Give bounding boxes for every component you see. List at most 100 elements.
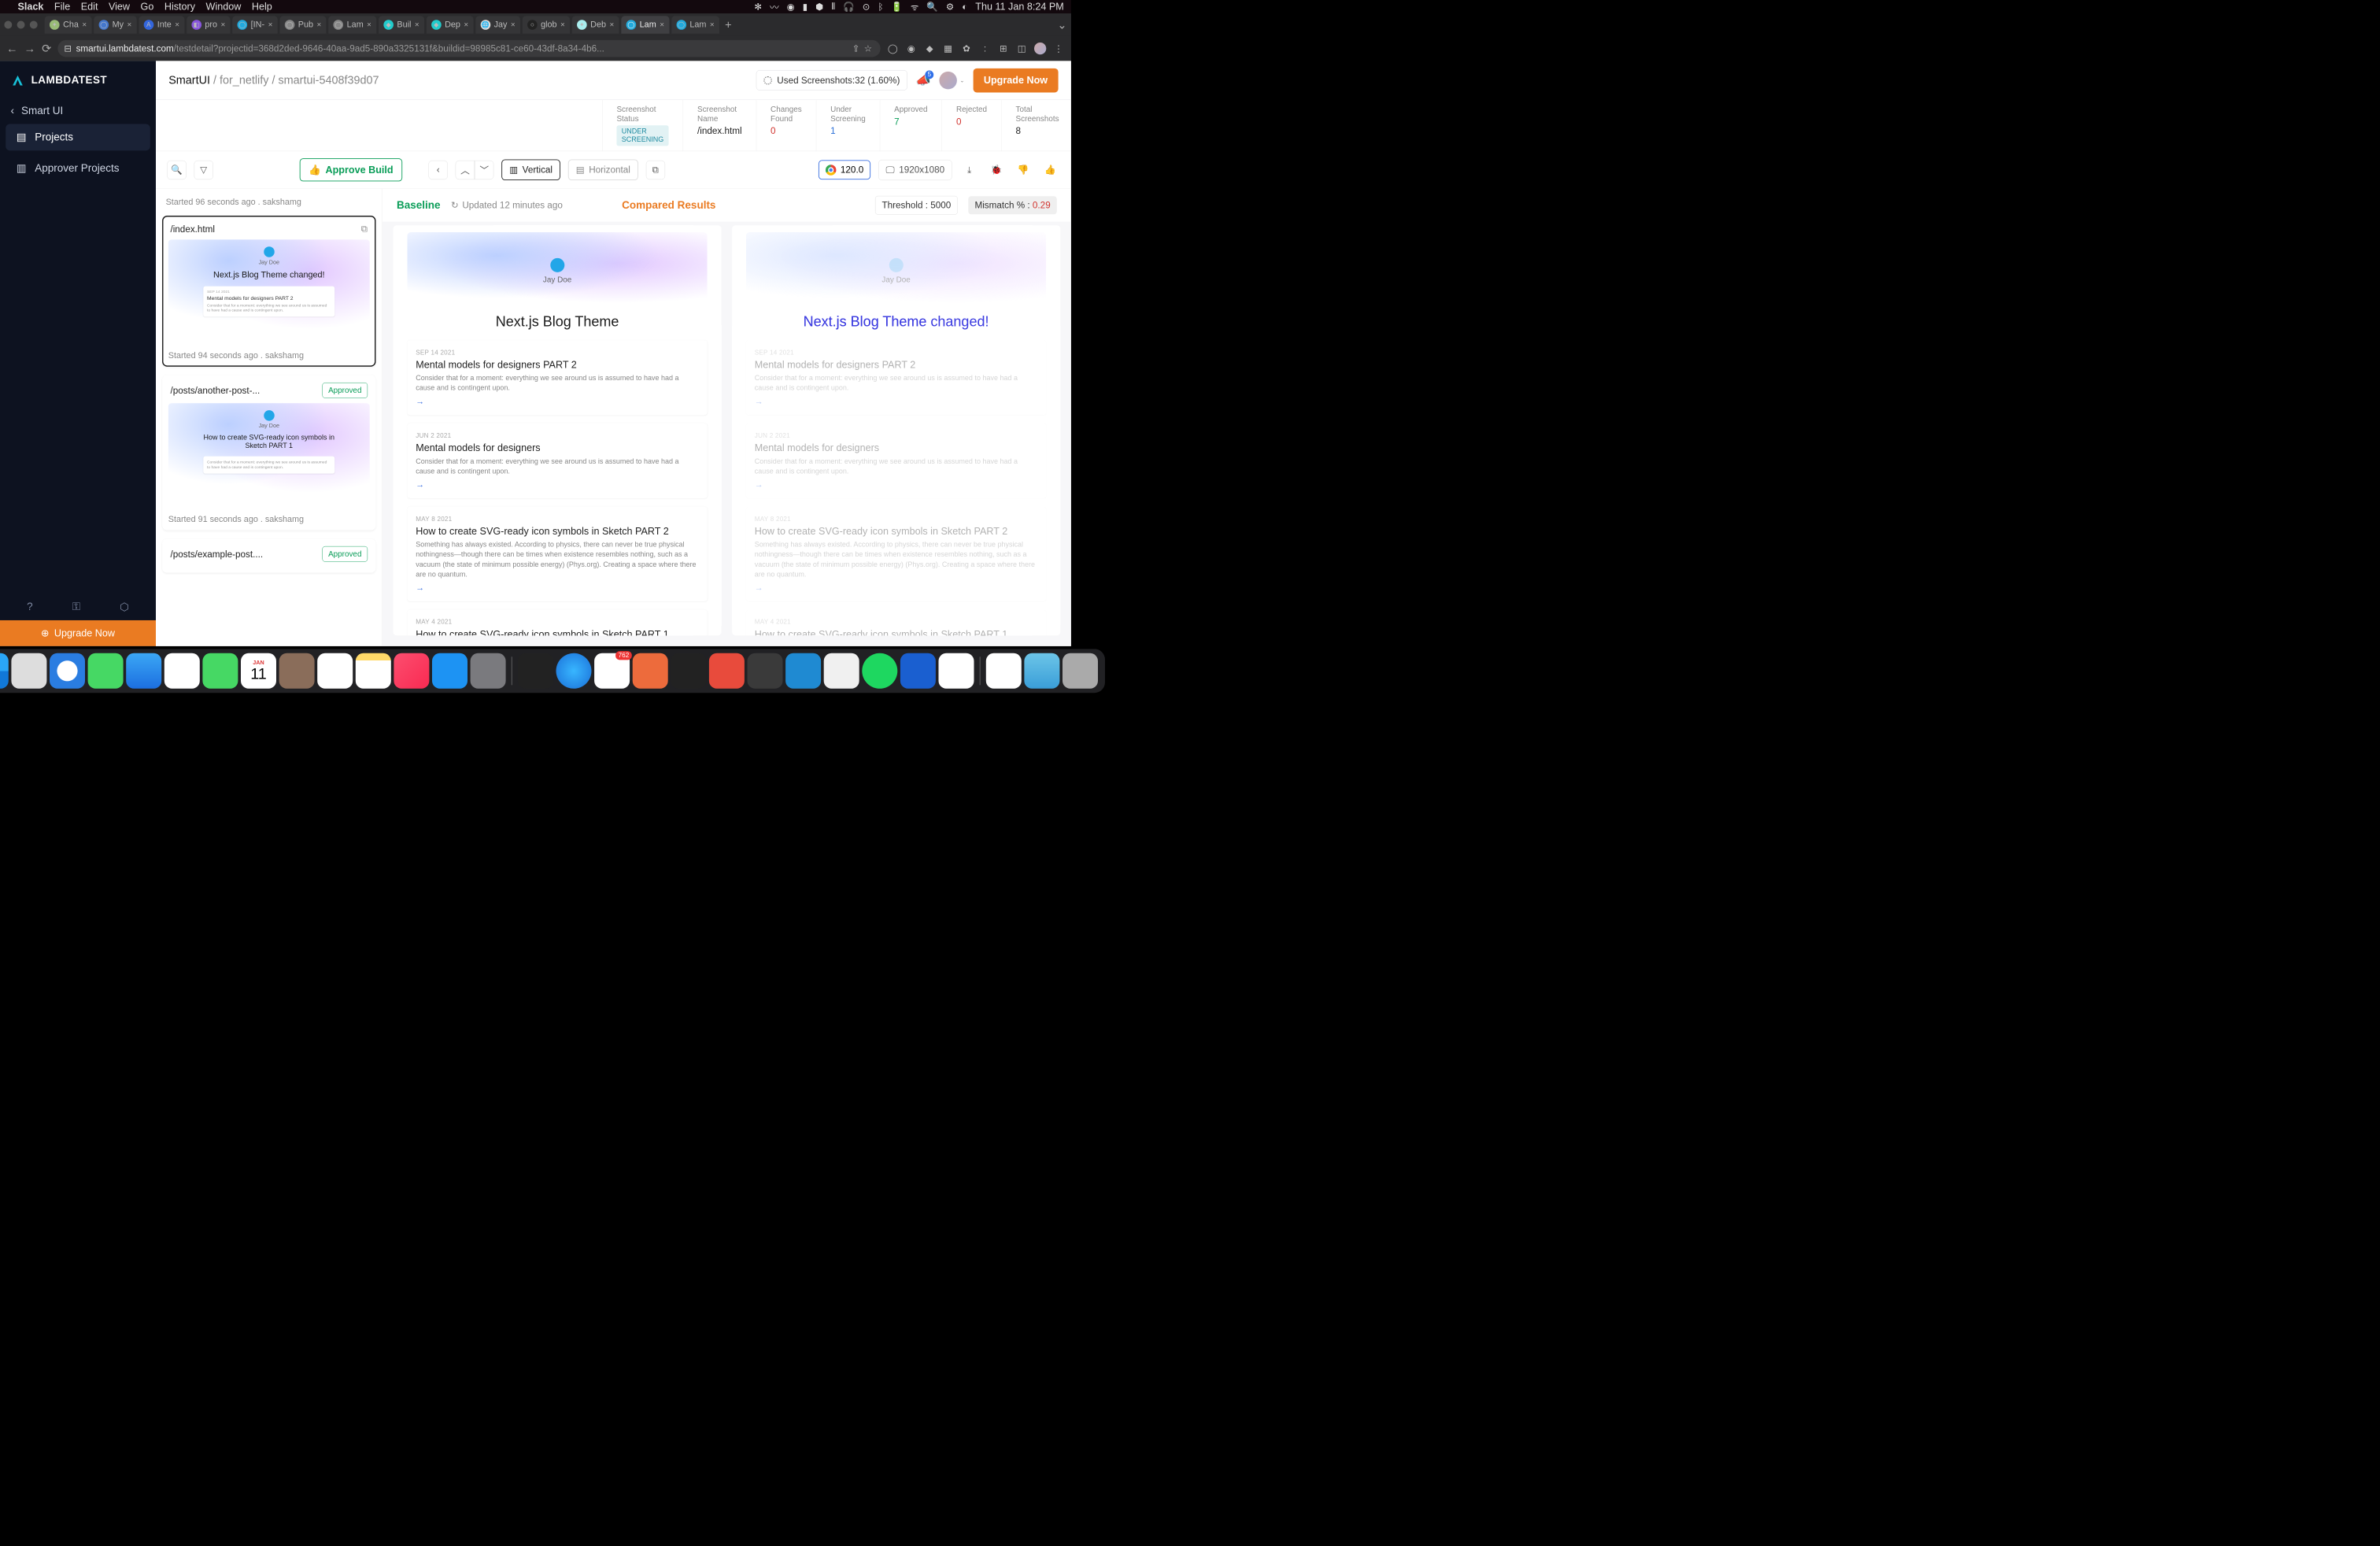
nav-back-icon[interactable]: ← (6, 42, 17, 55)
dock-contacts[interactable] (279, 653, 315, 689)
close-icon[interactable]: × (560, 20, 565, 30)
dock-trash[interactable] (1062, 653, 1098, 689)
window-controls[interactable] (4, 21, 37, 29)
close-icon[interactable]: × (464, 20, 468, 30)
play-icon[interactable]: ⊙ (863, 2, 870, 13)
layout-horizontal-toggle[interactable]: ▤ Horizontal (568, 160, 638, 181)
dock-safari[interactable] (50, 653, 85, 689)
browser-tab[interactable]: ✦Cha× (45, 16, 92, 34)
dock-calendar[interactable]: JAN 11 (241, 653, 276, 689)
close-icon[interactable]: × (220, 20, 225, 30)
new-tab-button[interactable]: + (725, 18, 731, 31)
baseline-pane[interactable]: Jay Doe Next.js Blog Theme SEP 14 2021 M… (394, 225, 722, 635)
dock-messages[interactable] (88, 653, 124, 689)
browser-tab[interactable]: ◯My× (94, 16, 136, 34)
dock-downloads[interactable] (1024, 653, 1059, 689)
usage-indicator[interactable]: Used Screenshots:32 (1.60%) (756, 70, 907, 91)
browser-tab[interactable]: ✦Deb× (572, 16, 619, 34)
dock-launchpad[interactable] (11, 653, 46, 689)
close-icon[interactable]: × (609, 20, 614, 30)
close-icon[interactable]: × (175, 20, 179, 30)
bluetooth-icon[interactable]: ᛒ (878, 2, 883, 13)
menu-view[interactable]: View (109, 1, 130, 12)
reject-button[interactable]: 👎 (1014, 161, 1033, 179)
tab-overflow-icon[interactable]: ⌄ (1057, 18, 1066, 31)
menubar-datetime[interactable]: Thu 11 Jan 8:24 PM (975, 1, 1064, 12)
dock-vscode[interactable] (785, 653, 821, 689)
extension-icon[interactable]: : (979, 43, 991, 54)
menu-go[interactable]: Go (141, 1, 154, 12)
browser-tab[interactable]: ◯[IN-× (232, 16, 277, 34)
dock-terminal[interactable] (518, 653, 553, 689)
wifi-icon[interactable]: ᯤ (911, 0, 919, 13)
browser-select[interactable]: 120.0 (819, 160, 870, 179)
approve-build-button[interactable]: 👍 Approve Build (300, 158, 403, 181)
browser-menu-icon[interactable]: ⋮ (1052, 43, 1064, 54)
resolution-select[interactable]: 🖵 1920x1080 (878, 160, 952, 180)
layout-vertical-toggle[interactable]: ▥ Vertical (501, 160, 560, 181)
dock-settings[interactable] (471, 653, 506, 689)
close-icon[interactable]: × (316, 20, 321, 30)
nav-prev-button[interactable]: ‹ (429, 161, 448, 179)
dock-finder[interactable] (0, 653, 9, 689)
dock-arc[interactable] (556, 653, 592, 689)
help-icon[interactable]: ? (27, 601, 33, 613)
dock-mail[interactable] (126, 653, 161, 689)
status-icon[interactable]: ✻ (754, 2, 762, 13)
screenshot-card[interactable]: /posts/example-post.... Approved (162, 538, 375, 572)
menu-history[interactable]: History (164, 1, 195, 12)
logo[interactable]: LAMBDATEST (0, 61, 156, 99)
filter-button[interactable]: ▽ (194, 161, 213, 179)
browser-tab[interactable]: ◯Lam× (328, 16, 376, 34)
browser-tab[interactable]: ◯Lam× (671, 16, 719, 34)
upgrade-button[interactable]: Upgrade Now (973, 68, 1058, 93)
status-icon[interactable]: ▮ (803, 2, 808, 13)
browser-tab[interactable]: ◆Buil× (379, 16, 424, 34)
menu-edit[interactable]: Edit (81, 1, 98, 12)
dock-figma[interactable] (671, 653, 706, 689)
sidebar-item-approver[interactable]: ▥ Approver Projects (6, 155, 150, 182)
dock-reminders[interactable] (317, 653, 353, 689)
menu-help[interactable]: Help (252, 1, 272, 12)
screenshot-list[interactable]: Started 96 seconds ago . sakshamg /index… (156, 189, 382, 646)
nav-reload-icon[interactable]: ⟳ (42, 42, 51, 55)
dock-music[interactable] (394, 653, 429, 689)
sidepanel-icon[interactable]: ◫ (1016, 43, 1028, 54)
search-button[interactable]: 🔍 (167, 161, 186, 179)
download-button[interactable]: ⤓ (960, 161, 979, 179)
status-icon[interactable]: ⬢ (815, 2, 823, 13)
browser-tab[interactable]: ○glob× (523, 16, 570, 34)
cube-icon[interactable]: ⬡ (120, 601, 129, 613)
status-icon[interactable]: ⦀ (831, 1, 835, 12)
compared-pane[interactable]: Jay Doe Next.js Blog Theme changed! Next… (732, 225, 1060, 635)
browser-tab[interactable]: AInte× (139, 16, 184, 34)
notifications-button[interactable]: 📣 5 (916, 73, 931, 87)
bookmark-icon[interactable]: ☆ (862, 43, 874, 54)
user-menu[interactable]: ⌄ (939, 72, 964, 90)
close-icon[interactable]: × (128, 20, 132, 30)
close-icon[interactable]: × (415, 20, 419, 30)
close-icon[interactable]: × (511, 20, 516, 30)
dock-notes[interactable] (356, 653, 391, 689)
status-icon[interactable]: ◉ (787, 2, 795, 13)
dock-facetime[interactable] (202, 653, 238, 689)
browser-tab-active[interactable]: ◯Lam× (621, 16, 669, 34)
battery-icon[interactable]: 🔋 (891, 2, 903, 13)
profile-avatar[interactable] (1034, 43, 1046, 54)
dock-chrome[interactable] (939, 653, 974, 689)
sidebar-upgrade[interactable]: ⊕ Upgrade Now (0, 620, 156, 646)
bug-button[interactable]: 🐞 (987, 161, 1006, 179)
extension-icon[interactable]: ▦ (942, 43, 954, 54)
menubar-app-name[interactable]: Slack (18, 1, 44, 12)
browser-tab[interactable]: ◆Dep× (427, 16, 474, 34)
address-bar[interactable]: ⊟ smartui.lambdatest.com /testdetail?pro… (57, 40, 880, 57)
nav-forward-icon[interactable]: → (24, 42, 35, 55)
screenshot-card[interactable]: /posts/another-post-... Approved Jay Doe… (162, 375, 375, 531)
screenshot-card[interactable]: /index.html ⧉ Jay Doe Next.js Blog Theme… (162, 216, 375, 367)
dock-spotify[interactable] (862, 653, 897, 689)
headphones-icon[interactable]: 🎧 (843, 2, 855, 13)
extensions-icon[interactable]: ⊞ (997, 43, 1009, 54)
compare-mode-button[interactable]: ⧉ (646, 161, 665, 179)
extension-icon[interactable]: ◯ (887, 43, 899, 54)
nav-up-button[interactable]: ︿ (456, 161, 475, 179)
